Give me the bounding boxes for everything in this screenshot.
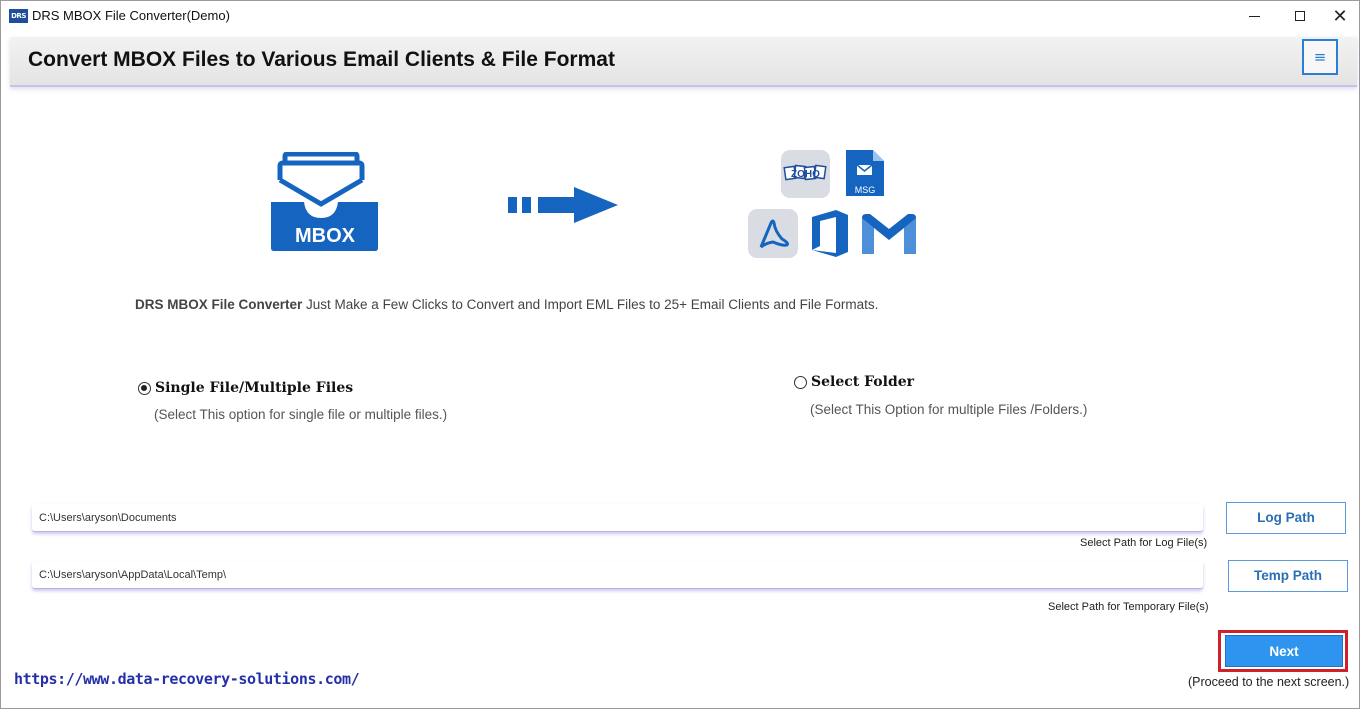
office-icon <box>812 210 848 257</box>
msg-label: MSG <box>855 185 876 195</box>
minimize-icon <box>1248 15 1260 17</box>
gmail-icon <box>862 214 916 254</box>
menu-button[interactable]: ≡ <box>1302 39 1338 75</box>
log-path-note: Select Path for Log File(s) <box>1080 537 1208 549</box>
header-band: Convert MBOX Files to Various Email Clie… <box>10 37 1357 87</box>
close-button[interactable]: ✕ <box>1317 0 1360 32</box>
msg-file-icon: MSG <box>846 150 884 196</box>
log-path-button[interactable]: Log Path <box>1226 502 1346 534</box>
temp-path-input[interactable]: C:\Users\aryson\AppData\Local\Temp\ <box>32 561 1203 589</box>
mbox-label: MBOX <box>295 225 356 247</box>
single-file-label[interactable]: Single File/Multiple Files <box>155 380 353 396</box>
minimize-button[interactable] <box>1231 0 1277 32</box>
page-title: Convert MBOX Files to Various Email Clie… <box>28 48 615 71</box>
log-path-input[interactable]: C:\Users\aryson\Documents <box>32 504 1203 532</box>
temp-path-button[interactable]: Temp Path <box>1228 560 1348 592</box>
single-file-radio[interactable] <box>138 382 151 395</box>
mbox-file-icon: MBOX <box>271 152 378 251</box>
select-folder-radio[interactable] <box>794 376 807 389</box>
next-note: (Proceed to the next screen.) <box>1188 675 1350 689</box>
window-title: DRS MBOX File Converter(Demo) <box>32 8 230 23</box>
title-bar: DRS DRS MBOX File Converter(Demo) ✕ <box>0 0 1360 32</box>
maximize-icon <box>1295 11 1305 21</box>
website-link[interactable]: https://www.data-recovery-solutions.com/ <box>14 670 360 688</box>
convert-arrow-icon <box>508 187 618 223</box>
zoho-label: ZOHO <box>791 169 820 180</box>
app-logo-icon: DRS <box>9 9 28 23</box>
pdf-icon <box>748 209 798 258</box>
zoho-icon: ZOHO <box>781 150 830 198</box>
select-folder-hint: (Select This Option for multiple Files /… <box>810 402 1088 417</box>
intro-text: DRS MBOX File Converter Just Make a Few … <box>135 297 878 312</box>
hamburger-menu-icon: ≡ <box>1313 48 1327 66</box>
close-icon: ✕ <box>1332 5 1348 27</box>
single-file-hint: (Select This option for single file or m… <box>154 407 448 422</box>
intro-product-name: DRS MBOX File Converter <box>135 297 303 312</box>
intro-description: Just Make a Few Clicks to Convert and Im… <box>302 297 879 312</box>
select-folder-label[interactable]: Select Folder <box>811 374 914 390</box>
next-button[interactable]: Next <box>1225 635 1343 667</box>
temp-path-note: Select Path for Temporary File(s) <box>1048 601 1209 613</box>
